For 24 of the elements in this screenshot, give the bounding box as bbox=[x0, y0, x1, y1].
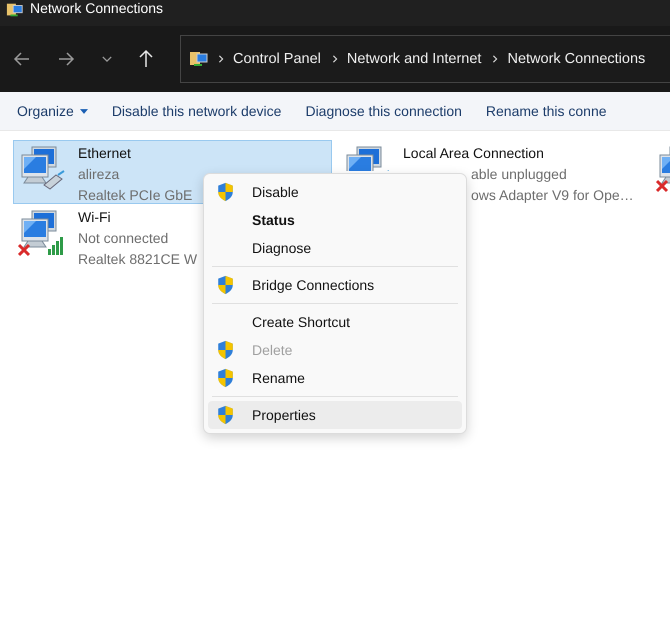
connection-status: Not connected bbox=[78, 229, 168, 248]
adapter-name: Realtek 8821CE W bbox=[78, 250, 198, 269]
connection-name: Local Area Connection bbox=[403, 144, 544, 163]
menu-item[interactable]: Properties bbox=[208, 401, 462, 429]
address-bar[interactable]: Control Panel Network and Internet Network Connections bbox=[180, 35, 670, 83]
command-button[interactable]: Rename this conne bbox=[476, 99, 616, 123]
connection-status: able unplugged bbox=[471, 165, 567, 184]
menu-item[interactable]: Status bbox=[208, 206, 462, 234]
command-button[interactable]: Diagnose this connection bbox=[296, 99, 471, 123]
connection-status: alireza bbox=[78, 165, 120, 184]
command-button[interactable]: Organize bbox=[8, 99, 97, 123]
menu-item[interactable]: Bridge Connections bbox=[208, 271, 462, 299]
breadcrumb[interactable]: Control Panel bbox=[233, 51, 321, 67]
menu-item[interactable]: Rename bbox=[208, 364, 462, 392]
adapter-name: ows Adapter V9 for Ope… bbox=[471, 186, 634, 205]
window-title: Network Connections bbox=[30, 0, 164, 16]
connection-name: Wi-Fi bbox=[78, 208, 111, 227]
menu-item[interactable]: Create Shortcut bbox=[208, 308, 462, 336]
command-button[interactable]: Disable this network device bbox=[102, 99, 290, 123]
menu-item[interactable]: Diagnose bbox=[208, 234, 462, 262]
adapter-name: Realtek PCIe GbE bbox=[78, 186, 192, 205]
breadcrumb[interactable]: Network Connections bbox=[507, 51, 646, 67]
breadcrumb[interactable]: Network and Internet bbox=[346, 51, 482, 67]
connection-name: Ethernet bbox=[78, 144, 131, 163]
